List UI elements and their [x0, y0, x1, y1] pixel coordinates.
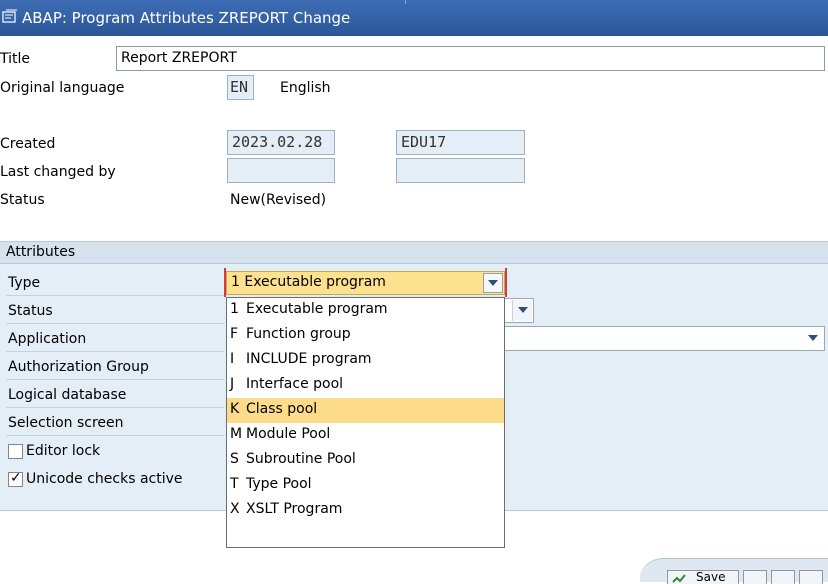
window-titlebar: ABAP: Program Attributes ZREPORT Change: [0, 0, 828, 36]
type-option-key: J: [230, 376, 235, 392]
status-label: Status: [0, 192, 45, 208]
type-select-value: 1 Executable program: [231, 274, 386, 290]
authorization-group-label: Authorization Group: [6, 356, 224, 380]
attributes-title: Attributes: [6, 244, 76, 260]
type-option-s[interactable]: S Subroutine Pool: [227, 448, 504, 473]
type-option-label: Interface pool: [246, 376, 344, 392]
titlebar-divider: [405, 0, 406, 4]
last-changed-date-field: [227, 158, 335, 183]
unicode-checks-label: Unicode checks active: [26, 471, 183, 487]
window-title: ABAP: Program Attributes ZREPORT Change: [22, 9, 351, 27]
type-option-label: Class pool: [246, 401, 318, 417]
type-option-key: M: [230, 426, 243, 442]
logical-database-label: Logical database: [6, 384, 224, 408]
last-changed-label: Last changed by: [0, 164, 116, 180]
chevron-down-icon[interactable]: [512, 300, 532, 321]
created-date-field: 2023.02.28: [227, 130, 335, 155]
editor-lock-checkbox[interactable]: [8, 444, 23, 459]
type-option-key: I: [230, 351, 235, 367]
type-option-label: Subroutine Pool: [246, 451, 356, 467]
type-option-i[interactable]: I INCLUDE program: [227, 348, 504, 373]
application-label: Application: [6, 328, 224, 352]
original-language-name: English: [280, 80, 331, 96]
selection-screen-label: Selection screen: [6, 412, 224, 436]
type-select-focus[interactable]: 1 Executable program: [224, 268, 507, 297]
unicode-checks-checkbox[interactable]: ✓: [8, 470, 23, 487]
type-option-key: X: [230, 501, 240, 517]
editor-lock-label: Editor lock: [26, 443, 101, 459]
type-option-x[interactable]: X XSLT Program: [227, 498, 504, 523]
type-dropdown-list: 1 Executable program F Function group I INCLU…: [226, 297, 505, 548]
chevron-down-icon[interactable]: [803, 328, 823, 349]
created-user-field: EDU17: [396, 130, 525, 155]
title-input[interactable]: Report ZREPORT: [116, 46, 825, 71]
type-option-key: T: [230, 476, 239, 492]
type-option-label: INCLUDE program: [246, 351, 372, 367]
program-icon: [2, 9, 18, 25]
type-option-key: K: [230, 401, 240, 417]
type-option-m[interactable]: M Module Pool: [227, 423, 504, 448]
type-option-j[interactable]: J Interface pool: [227, 373, 504, 398]
created-label: Created: [0, 136, 56, 152]
type-option-key: 1: [230, 301, 239, 317]
last-changed-user-field: [396, 158, 525, 183]
type-option-label: Module Pool: [246, 426, 331, 442]
original-language-code: EN: [227, 75, 254, 100]
type-option-key: F: [230, 326, 239, 342]
status-value: New(Revised): [230, 192, 327, 208]
type-option-label: Function group: [246, 326, 351, 342]
type-option-label: Executable program: [246, 301, 388, 317]
type-option-key: S: [230, 451, 239, 467]
type-option-f[interactable]: F Function group: [227, 323, 504, 348]
type-option-label: Type Pool: [246, 476, 312, 492]
type-label: Type: [6, 272, 224, 296]
attributes-header: Attributes: [0, 242, 828, 264]
type-option-k[interactable]: K Class pool: [227, 398, 504, 423]
attr-status-label: Status: [6, 300, 224, 324]
type-option-label: XSLT Program: [246, 501, 343, 517]
type-option-t[interactable]: T Type Pool: [227, 473, 504, 498]
checkmark-icon: ✓: [10, 470, 22, 486]
chevron-down-icon[interactable]: [483, 273, 503, 293]
title-label: Title: [0, 51, 31, 67]
type-select[interactable]: 1 Executable program: [226, 271, 505, 295]
original-language-label: Original language: [0, 80, 125, 96]
type-option-1[interactable]: 1 Executable program: [227, 298, 504, 323]
save-icon: [672, 573, 686, 584]
